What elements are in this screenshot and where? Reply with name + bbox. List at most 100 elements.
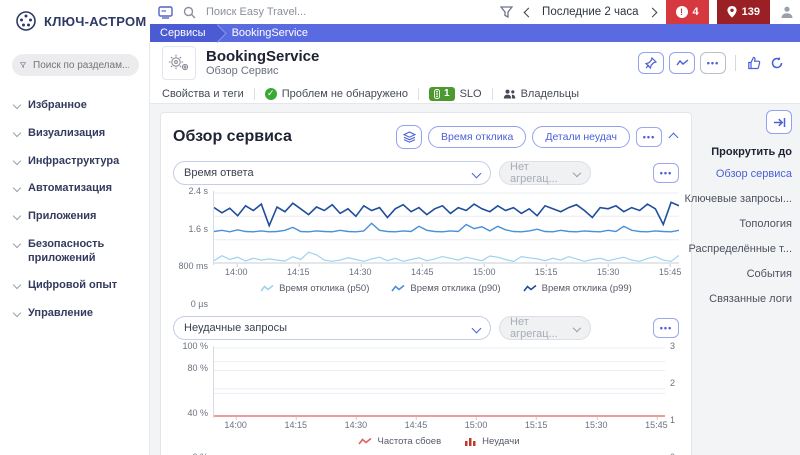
- chart-canvas[interactable]: [214, 191, 679, 265]
- top-bar: КЛЮЧ-АСТРОМ: [0, 0, 800, 42]
- y-axis-label: 1.6 s: [188, 224, 208, 234]
- app-window: КЛЮЧ-АСТРОМ: [0, 0, 800, 455]
- legend-item[interactable]: Время отклика (p90): [391, 283, 500, 294]
- sidebar-item-favorites[interactable]: Избранное: [0, 92, 149, 120]
- sidebar-item-label: Инфраструктура: [28, 155, 119, 169]
- plot-area-wrap: 14:0014:1514:3014:4515:0015:1515:3015:45…: [213, 346, 665, 455]
- panel-more-button[interactable]: •••: [653, 318, 679, 338]
- x-axis-label: 14:30: [345, 420, 368, 430]
- rail-link-service-overview[interactable]: Обзор сервиса: [716, 168, 792, 180]
- user-icon: [780, 5, 794, 19]
- legend-line-icon: [523, 284, 537, 293]
- legend-line-icon: [260, 284, 274, 293]
- legend-line-icon: [391, 284, 405, 293]
- metric-select[interactable]: Время ответа: [173, 161, 491, 185]
- x-axis-label: 15:00: [473, 267, 496, 277]
- sidebar-item-digital-experience[interactable]: Цифровой опыт: [0, 272, 149, 300]
- thumbs-up-button[interactable]: [745, 56, 763, 70]
- topbar-row: Последние 2 часа ! 4 139: [150, 0, 800, 24]
- legend-item[interactable]: Неудачи: [463, 436, 519, 447]
- dashboard-monitor-button[interactable]: [156, 6, 175, 19]
- topbar-right: Последние 2 часа ! 4 139: [150, 0, 800, 42]
- problem-status[interactable]: ✓ Проблем не обнаружено: [265, 88, 408, 100]
- divider: [418, 88, 419, 100]
- rail-link-distributed-traces[interactable]: Распределённые т...: [689, 243, 792, 255]
- card-header: Обзор сервиса Время отклика Детали неуда…: [173, 125, 679, 149]
- sidebar-item-infrastructure[interactable]: Инфраструктура: [0, 148, 149, 176]
- ellipsis-icon: •••: [660, 324, 672, 333]
- breadcrumb-section[interactable]: Сервисы: [150, 24, 218, 42]
- aggregation-select-disabled: Нет агрегац...: [499, 161, 591, 185]
- sidebar-item-automation[interactable]: Автоматизация: [0, 175, 149, 203]
- time-range-back-button[interactable]: [523, 9, 534, 16]
- x-axis-label: 14:15: [284, 420, 307, 430]
- chevron-down-icon: [13, 184, 21, 192]
- failure-details-button[interactable]: Детали неудач: [532, 126, 630, 148]
- traffic-light-icon: [434, 89, 440, 99]
- sidebar-item-label: Управление: [28, 307, 93, 321]
- collapse-card-button[interactable]: [668, 134, 679, 141]
- refresh-button[interactable]: [768, 56, 786, 70]
- pin-icon: [645, 57, 657, 69]
- problems-badge[interactable]: ! 4: [666, 0, 709, 24]
- properties-tags-link[interactable]: Свойства и теги: [162, 88, 244, 100]
- chevron-down-icon: [13, 240, 21, 248]
- legend-label: Время отклика (p90): [410, 283, 500, 294]
- analyze-chart-button[interactable]: [669, 52, 695, 74]
- sidebar-item-management[interactable]: Управление: [0, 300, 149, 328]
- aggregation-select-value: Нет агрегац...: [510, 161, 574, 185]
- chevron-down-icon: [13, 309, 21, 317]
- y-axis-label: 3: [670, 341, 675, 351]
- metric-select[interactable]: Неудачные запросы: [173, 316, 491, 340]
- sidebar-item-visualization[interactable]: Визуализация: [0, 120, 149, 148]
- pin-button[interactable]: [638, 52, 664, 74]
- scroll-to-rail: Прокрутить до Обзор сервиса Ключевые зап…: [696, 104, 800, 455]
- layers-button[interactable]: [396, 125, 422, 149]
- divider: [492, 88, 493, 100]
- time-range-label[interactable]: Последние 2 часа: [542, 6, 638, 18]
- problem-status-label: Проблем не обнаружено: [282, 88, 408, 100]
- legend-item[interactable]: Время отклика (p99): [523, 283, 632, 294]
- monitor-icon: [158, 6, 173, 19]
- breadcrumb-current[interactable]: BookingService: [218, 27, 308, 39]
- owners-item[interactable]: Владельцы: [503, 88, 579, 100]
- chart-legend: Время отклика (p50) Время отклика (p90) Вр…: [213, 283, 679, 294]
- logo[interactable]: КЛЮЧ-АСТРОМ: [0, 0, 150, 42]
- sidebar-search-input[interactable]: [31, 59, 131, 72]
- filter-funnel-icon: [20, 60, 26, 70]
- rail-link-key-requests[interactable]: Ключевые запросы...: [684, 193, 792, 205]
- global-search-input[interactable]: [204, 5, 324, 19]
- collapse-right-icon: [773, 117, 786, 128]
- problems-count: 4: [693, 6, 699, 18]
- sidebar-item-label: Приложения: [28, 210, 96, 224]
- check-icon: ✓: [265, 88, 277, 100]
- response-time-chart[interactable]: 2.4 s1.6 s800 ms0 µs 14:0014:1514:3014:4…: [173, 191, 679, 304]
- panel-controls: Неудачные запросы Нет агрегац... •••: [173, 316, 679, 340]
- time-range-forward-button[interactable]: [647, 9, 658, 16]
- rail-link-topology[interactable]: Топология: [739, 218, 792, 230]
- response-time-panel: Время ответа Нет агрегац... •••: [173, 161, 679, 304]
- legend-item[interactable]: Время отклика (p50): [260, 283, 369, 294]
- sidebar: Избранное Визуализация Инфраструктура Ав…: [0, 42, 150, 455]
- filter-button[interactable]: [498, 6, 515, 18]
- card-more-button[interactable]: •••: [636, 127, 662, 147]
- rail-link-related-logs[interactable]: Связанные логи: [709, 293, 792, 305]
- more-options-button[interactable]: •••: [700, 52, 726, 74]
- sidebar-item-applications[interactable]: Приложения: [0, 203, 149, 231]
- sidebar-item-label: Цифровой опыт: [28, 279, 117, 293]
- rail-link-events[interactable]: События: [747, 268, 792, 280]
- legend-item[interactable]: Частота сбоев: [358, 436, 441, 447]
- collapse-rail-button[interactable]: [766, 110, 792, 134]
- slo-item[interactable]: 1 SLO: [429, 87, 482, 101]
- x-axis-label: 15:30: [585, 420, 608, 430]
- sidebar-item-app-security[interactable]: Безопасность приложений: [0, 231, 149, 273]
- response-time-button[interactable]: Время отклика: [428, 126, 526, 148]
- legend-label: Неудачи: [482, 436, 519, 447]
- x-axis-label: 14:00: [225, 267, 248, 277]
- sidebar-search[interactable]: [12, 54, 139, 76]
- panel-more-button[interactable]: •••: [653, 163, 679, 183]
- events-badge[interactable]: 139: [717, 0, 770, 24]
- failed-requests-chart[interactable]: 100 %80 %40 %0 % 14:0014:1514:3014:4515:…: [173, 346, 679, 455]
- chart-canvas[interactable]: [214, 346, 665, 418]
- user-profile-button[interactable]: [778, 5, 800, 19]
